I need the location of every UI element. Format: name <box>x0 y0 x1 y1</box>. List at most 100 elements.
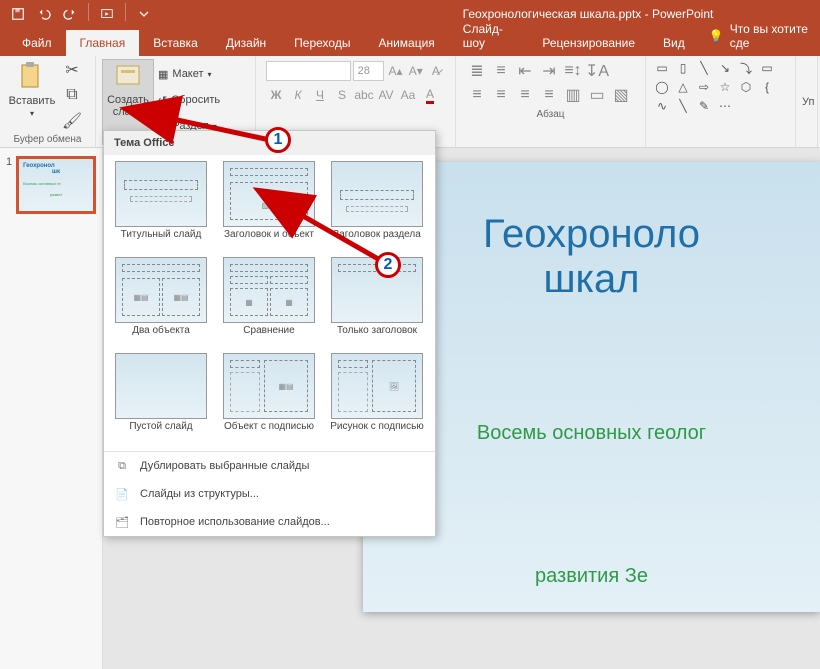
tab-file[interactable]: Файл <box>8 30 66 56</box>
shape-more-icon[interactable]: ⋯ <box>715 97 735 115</box>
tab-view[interactable]: Вид <box>649 30 699 56</box>
shape-brace-icon[interactable]: { <box>757 78 777 96</box>
reuse-icon: 🗂 <box>114 514 130 530</box>
tab-design[interactable]: Дизайн <box>212 30 280 56</box>
layout-caption: Заголовок и объект <box>224 229 314 253</box>
layout-content-with-caption[interactable]: ▦▤ Объект с подписью <box>216 353 322 445</box>
tab-home[interactable]: Главная <box>66 30 140 56</box>
font-color-icon[interactable]: A <box>420 85 440 105</box>
shape-line2-icon[interactable]: ╲ <box>673 97 693 115</box>
font-family-combo[interactable] <box>266 61 351 81</box>
shape-hexagon-icon[interactable]: ⬡ <box>736 78 756 96</box>
thumb-sub-line2: развит <box>23 192 89 197</box>
shape-rect-icon[interactable]: ▭ <box>757 59 777 77</box>
save-icon[interactable] <box>6 3 30 25</box>
reuse-slides-menu-item[interactable]: 🗂 Повторное использование слайдов... <box>104 508 435 536</box>
slide-subtitle-line1: Восемь основных геолог <box>403 422 780 445</box>
underline-icon[interactable]: Ч <box>310 85 330 105</box>
layout-two-content[interactable]: ▦▤▦▤ Два объекта <box>108 257 214 349</box>
slide-thumbnail-panel: 1 Геохронол шк Восемь основных ге развит <box>0 148 103 669</box>
align-left-icon[interactable]: ≡ <box>466 85 488 105</box>
strikethrough-icon[interactable]: S <box>332 85 352 105</box>
shape-curve-icon[interactable]: ∿ <box>652 97 672 115</box>
shape-triangle-icon[interactable]: △ <box>673 78 693 96</box>
paste-button[interactable]: Вставить ▾ <box>6 59 58 132</box>
customize-qat-icon[interactable] <box>132 3 156 25</box>
layout-title-only[interactable]: Только заголовок <box>324 257 430 349</box>
format-painter-icon[interactable]: 🖌 <box>62 111 82 131</box>
redo-icon[interactable] <box>58 3 82 25</box>
cut-icon[interactable]: ✂ <box>62 60 82 80</box>
slide-title-line2: шкал <box>403 257 780 302</box>
align-right-icon[interactable]: ≡ <box>514 85 536 105</box>
line-spacing-icon[interactable]: ≡↕ <box>562 61 584 81</box>
layout-dropdown-header: Тема Office <box>104 131 435 155</box>
change-case-icon[interactable]: Aa <box>398 85 418 105</box>
paste-label: Вставить <box>9 95 56 107</box>
layout-caption: Сравнение <box>243 325 294 349</box>
layout-title-slide[interactable]: Титульный слайд <box>108 161 214 253</box>
start-from-beginning-icon[interactable] <box>95 3 119 25</box>
tab-insert[interactable]: Вставка <box>139 30 212 56</box>
undo-icon[interactable] <box>32 3 56 25</box>
layout-caption: Пустой слайд <box>129 421 192 445</box>
text-shadow-icon[interactable]: abc <box>354 85 374 105</box>
numbering-icon[interactable]: ≡ <box>490 61 512 81</box>
shape-textbox-icon[interactable]: ▯ <box>673 59 693 77</box>
layout-picture-with-caption[interactable]: 🖼 Рисунок с подписью <box>324 353 430 445</box>
layout-caption: Объект с подписью <box>224 421 314 445</box>
shapes-gallery[interactable]: ▭ ▯ ╲ ↘ ⤵ ▭ ◯ △ ⇨ ☆ ⬡ { ∿ ╲ ✎ ⋯ <box>652 59 792 115</box>
layout-section-header[interactable]: Заголовок раздела <box>324 161 430 253</box>
layout-title-and-content[interactable]: ▦▤▧▩ Заголовок и объект <box>216 161 322 253</box>
paragraph-group-label: Абзац <box>462 107 639 120</box>
tell-me-search[interactable]: 💡 Что вы хотите сде <box>699 16 820 56</box>
copy-icon[interactable]: ⧉ <box>62 85 82 105</box>
italic-icon[interactable]: К <box>288 85 308 105</box>
layout-icon: ▦ <box>158 68 168 81</box>
shape-freeform-icon[interactable]: ✎ <box>694 97 714 115</box>
editing-group-label: Уп <box>796 56 818 147</box>
smartart-icon[interactable]: ▧ <box>610 85 632 105</box>
text-direction-icon[interactable]: ↧A <box>586 61 608 81</box>
shape-rectangle-icon[interactable]: ▭ <box>652 59 672 77</box>
shape-line-icon[interactable]: ╲ <box>694 59 714 77</box>
shape-connector-icon[interactable]: ⤵ <box>736 59 756 77</box>
slide-layout-dropdown: Тема Office Титульный слайд ▦▤▧▩ Заголов… <box>103 130 436 537</box>
slide-thumbnail[interactable]: Геохронол шк Восемь основных ге развит <box>16 156 96 214</box>
shape-arrow-icon[interactable]: ⇨ <box>694 78 714 96</box>
layout-button[interactable]: ▦Макет▾ <box>158 63 220 85</box>
tab-review[interactable]: Рецензирование <box>528 30 649 56</box>
layout-comparison[interactable]: ▦▦ Сравнение <box>216 257 322 349</box>
shape-star-icon[interactable]: ☆ <box>715 78 735 96</box>
decrease-indent-icon[interactable]: ⇤ <box>514 61 536 81</box>
font-size-combo[interactable]: 28 <box>353 61 385 81</box>
clear-formatting-icon[interactable]: A̷ <box>427 61 445 81</box>
bold-icon[interactable]: Ж <box>266 85 286 105</box>
thumb-sub-line1: Восемь основных ге <box>23 181 89 186</box>
columns-icon[interactable]: ▥ <box>562 85 584 105</box>
tab-slideshow[interactable]: Слайд-шоу <box>449 16 529 56</box>
layout-caption: Два объекта <box>132 325 190 349</box>
duplicate-slides-menu-item[interactable]: ⧉ Дублировать выбранные слайды <box>104 452 435 480</box>
shape-arrow-line-icon[interactable]: ↘ <box>715 59 735 77</box>
layout-blank[interactable]: Пустой слайд <box>108 353 214 445</box>
tab-animations[interactable]: Анимация <box>364 30 448 56</box>
new-slide-label: Создать слайд <box>105 94 151 118</box>
layout-caption: Заголовок раздела <box>333 229 421 253</box>
shrink-font-icon[interactable]: A▾ <box>407 61 425 81</box>
duplicate-icon: ⧉ <box>114 458 130 474</box>
layout-caption: Титульный слайд <box>121 229 202 253</box>
slide-title-line1: Геохроноло <box>403 212 780 257</box>
increase-indent-icon[interactable]: ⇥ <box>538 61 560 81</box>
slides-from-outline-menu-item[interactable]: 📄 Слайды из структуры... <box>104 480 435 508</box>
align-center-icon[interactable]: ≡ <box>490 85 512 105</box>
bullets-icon[interactable]: ≣ <box>466 61 488 81</box>
character-spacing-icon[interactable]: AV <box>376 85 396 105</box>
grow-font-icon[interactable]: A▴ <box>386 61 404 81</box>
tab-transitions[interactable]: Переходы <box>280 30 364 56</box>
align-text-icon[interactable]: ▭ <box>586 85 608 105</box>
justify-icon[interactable]: ≡ <box>538 85 560 105</box>
title-bar: Геохронологическая шкала.pptx - PowerPoi… <box>0 0 820 28</box>
reset-button[interactable]: ↺Сбросить <box>158 89 220 111</box>
shape-oval-icon[interactable]: ◯ <box>652 78 672 96</box>
